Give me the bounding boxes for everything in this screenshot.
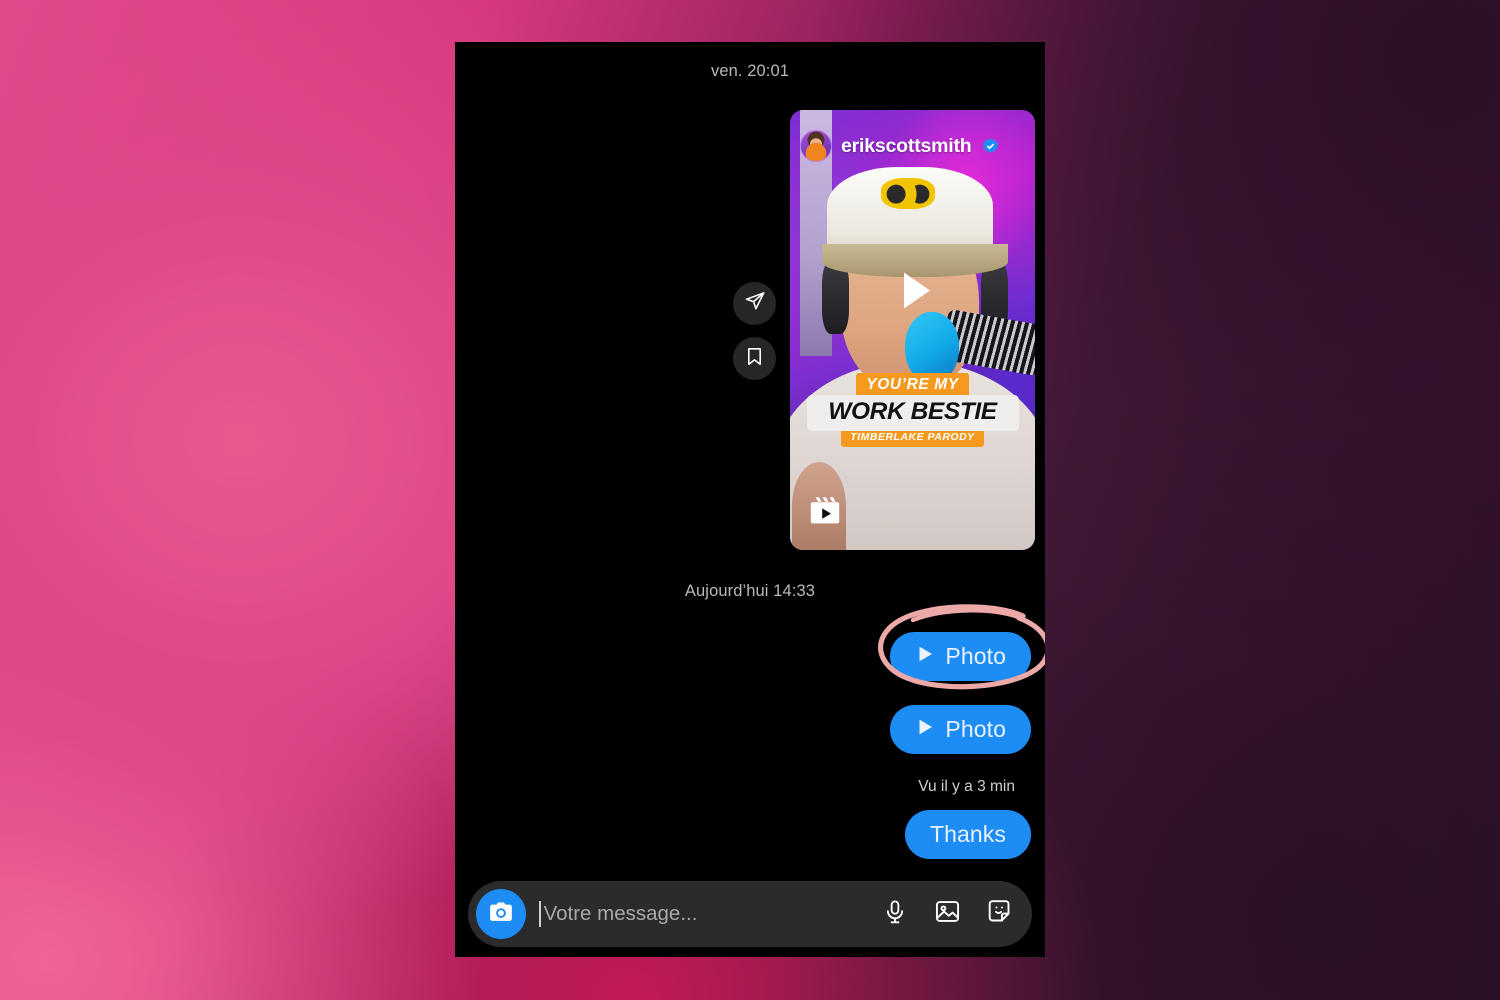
message-label: Photo bbox=[945, 643, 1006, 669]
message-bubble-photo-2[interactable]: Photo bbox=[890, 705, 1031, 754]
upload-spinner-icon bbox=[1041, 646, 1045, 668]
reel-author-header: erikscottsmith bbox=[790, 110, 1035, 182]
camera-button[interactable] bbox=[476, 889, 526, 939]
wallpaper-background: ven. 20:01 erikscottsmith YOU’RE MY WORK… bbox=[0, 0, 1500, 1000]
save-button[interactable] bbox=[733, 337, 776, 380]
verified-badge-icon bbox=[981, 137, 1000, 156]
avatar[interactable] bbox=[800, 130, 832, 162]
reels-icon bbox=[808, 495, 842, 534]
reel-caption-line-2-wrap: WORK BESTIE bbox=[806, 395, 1019, 431]
play-icon bbox=[915, 717, 935, 742]
phone-screen: ven. 20:01 erikscottsmith YOU’RE MY WORK… bbox=[455, 42, 1045, 957]
composer-icon-group bbox=[882, 898, 1014, 930]
status-badge: Vu il y a 3 min bbox=[918, 778, 1015, 795]
play-icon bbox=[915, 644, 935, 669]
sticker-icon[interactable] bbox=[987, 898, 1014, 930]
reel-action-buttons bbox=[733, 282, 776, 380]
microphone-icon[interactable] bbox=[882, 899, 908, 930]
share-button[interactable] bbox=[733, 282, 776, 325]
message-row-photo-2: Photo bbox=[890, 705, 1031, 754]
shared-reel-card[interactable]: erikscottsmith YOU’RE MY WORK BESTIE TIM… bbox=[790, 110, 1035, 550]
message-composer: Votre message... bbox=[468, 881, 1032, 947]
reel-cap-owl-logo bbox=[880, 178, 935, 209]
reel-username[interactable]: erikscottsmith bbox=[841, 135, 972, 158]
chat-thread: ven. 20:01 erikscottsmith YOU’RE MY WORK… bbox=[455, 42, 1045, 957]
play-icon[interactable] bbox=[883, 261, 943, 326]
message-bubble-thanks[interactable]: Thanks bbox=[904, 810, 1031, 859]
message-bubble-photo-1[interactable]: Photo bbox=[890, 632, 1031, 681]
message-label: Photo bbox=[945, 716, 1006, 742]
shared-reel-row: erikscottsmith YOU’RE MY WORK BESTIE TIM… bbox=[455, 110, 1045, 550]
message-row-photo-1: Photo bbox=[890, 632, 1031, 681]
reel-caption-line-2: WORK BESTIE bbox=[828, 398, 997, 425]
message-row-thanks: Thanks bbox=[904, 810, 1031, 859]
message-input[interactable]: Votre message... bbox=[539, 881, 869, 947]
camera-icon bbox=[488, 899, 514, 930]
gallery-icon[interactable] bbox=[934, 898, 961, 930]
timestamp-separator-top: ven. 20:01 bbox=[710, 62, 790, 80]
reel-caption-overlay: YOU’RE MY WORK BESTIE TIMBERLAKE PARODY bbox=[806, 373, 1019, 447]
text-caret bbox=[539, 901, 541, 927]
bookmark-icon bbox=[744, 346, 765, 372]
timestamp-separator-middle: Aujourd’hui 14:33 bbox=[684, 582, 816, 600]
message-label: Thanks bbox=[929, 821, 1006, 847]
message-input-placeholder: Votre message... bbox=[543, 902, 698, 925]
share-icon bbox=[744, 290, 766, 317]
